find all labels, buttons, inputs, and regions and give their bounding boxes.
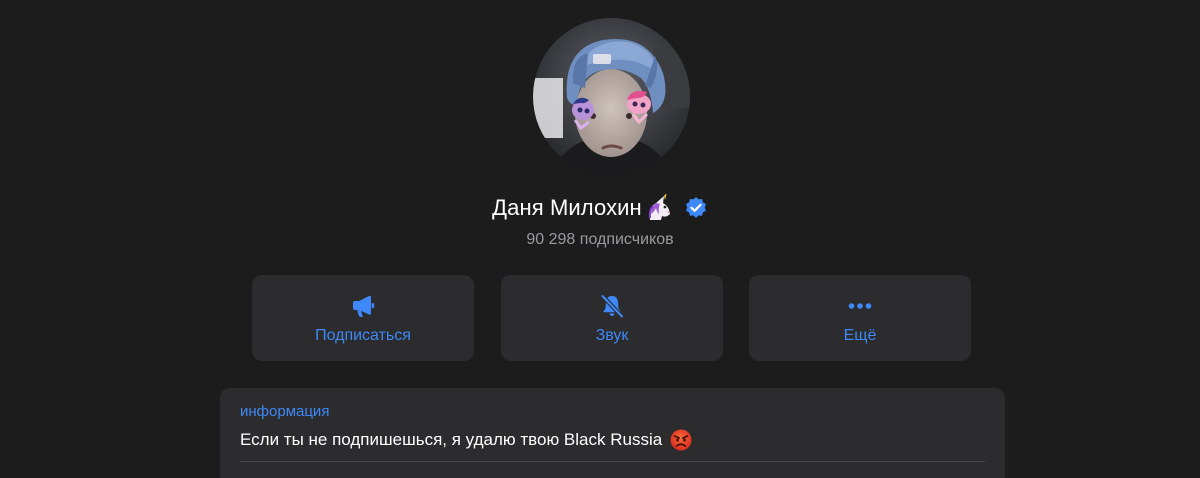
info-section-label: информация <box>240 403 330 420</box>
info-divider <box>240 461 985 462</box>
more-button-label: Ещё <box>843 327 877 344</box>
more-button[interactable]: Ещё <box>749 275 971 361</box>
subscribe-button-label: Подписаться <box>315 327 411 344</box>
info-card: информация Если ты не подпишешься, я уда… <box>220 388 1005 478</box>
subscribe-button[interactable]: Подписаться <box>252 275 474 361</box>
bell-muted-icon <box>599 293 625 319</box>
channel-avatar[interactable] <box>533 18 690 175</box>
more-dots-icon <box>847 293 873 319</box>
channel-description[interactable]: Если ты не подпишешься, я удалю твою Bla… <box>240 429 692 451</box>
avatar-photo <box>533 18 690 175</box>
megaphone-icon <box>350 293 376 319</box>
verified-badge-icon <box>684 196 708 220</box>
channel-title-row: Даня Милохин <box>0 192 1200 224</box>
channel-description-text: Если ты не подпишешься, я удалю твою Bla… <box>240 430 663 449</box>
unicorn-emoji-icon <box>644 192 674 222</box>
subscriber-count: 90 298 подписчиков <box>526 231 674 248</box>
angry-face-emoji-icon <box>670 429 692 451</box>
channel-profile-page: Даня Милохин 90 298 подписчиков Подписат… <box>0 0 1200 478</box>
channel-name: Даня Милохин <box>492 195 642 220</box>
sound-button[interactable]: Звук <box>501 275 723 361</box>
sound-button-label: Звук <box>595 327 629 344</box>
